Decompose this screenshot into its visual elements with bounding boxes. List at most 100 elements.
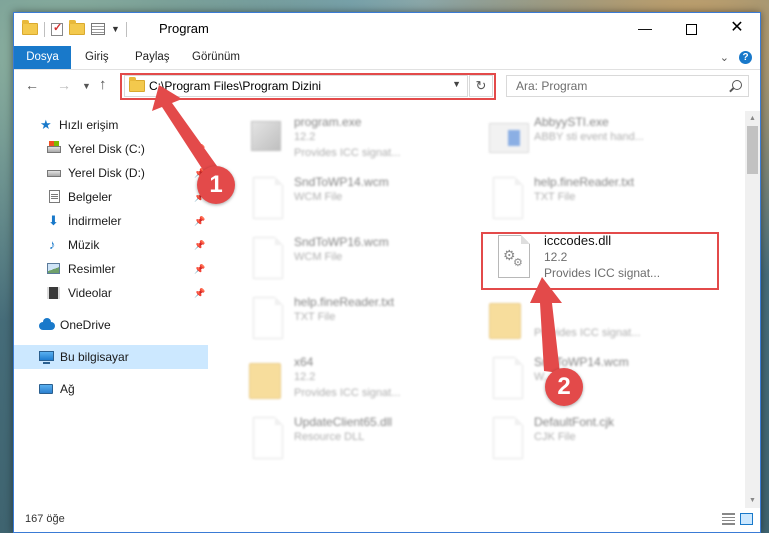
sidebar-item-label: Ağ: [60, 382, 75, 396]
file-name: DefaultFont.cjk: [534, 415, 615, 429]
pin-icon[interactable]: 📌: [194, 137, 205, 161]
documents-icon: [49, 190, 60, 203]
file-icon: [253, 177, 283, 219]
help-icon[interactable]: ?: [739, 51, 752, 64]
navigation-bar: ← → ▼ ↑ C:\Program Files\Program Dizini …: [14, 72, 760, 102]
star-icon: ★: [40, 117, 52, 132]
file-item[interactable]: DefaultFont.cjk CJK File: [479, 413, 709, 469]
quick-access-toolbar: ▼: [22, 20, 127, 38]
file-item[interactable]: AbbyySTI.exe ABBY sti event hand...: [479, 113, 709, 169]
folder-icon: [489, 303, 521, 339]
file-type: TXT File: [534, 191, 576, 203]
up-arrow-icon[interactable]: ↑: [99, 76, 107, 93]
view-buttons: [722, 513, 753, 525]
file-item[interactable]: SndToWP14.wcm W...: [479, 353, 709, 409]
minimize-button[interactable]: —: [622, 13, 668, 44]
file-name: SndToWP14.wcm: [534, 355, 629, 369]
customize-toolbar-icon[interactable]: ▼: [111, 24, 120, 34]
file-item-icccodes-dll[interactable]: ⚙ ⚙ icccodes.dll 12.2 Provides ICC signa…: [484, 233, 714, 289]
sidebar-item-drive-d[interactable]: Yerel Disk (D:) 📌: [14, 161, 208, 185]
sidebar-item-onedrive[interactable]: OneDrive: [14, 313, 208, 337]
expand-ribbon-icon[interactable]: ⌄: [720, 51, 729, 64]
file-description: ABBY sti event hand...: [534, 131, 644, 143]
folder-icon: [129, 77, 145, 92]
file-description: Provides ICC signat...: [534, 327, 641, 339]
file-item[interactable]: SndToWP14.wcm WCM File: [239, 173, 469, 229]
title-bar: ▼ Program — ✕: [14, 13, 760, 44]
sidebar-item-videos[interactable]: Videolar 📌: [14, 281, 208, 305]
file-item[interactable]: help.fineReader.txt TXT File: [479, 173, 709, 229]
sidebar-item-quick-access[interactable]: ★ Hızlı erişim: [14, 113, 208, 137]
search-input[interactable]: Ara: Program: [506, 75, 749, 97]
tiles-view-icon[interactable]: [740, 513, 753, 525]
vertical-scrollbar[interactable]: ▲ ▼: [745, 111, 760, 508]
search-placeholder: Ara: Program: [516, 79, 588, 93]
file-icon: [493, 357, 523, 399]
ribbon-controls: ⌄ ?: [720, 46, 752, 69]
address-path[interactable]: C:\Program Files\Program Dizini: [149, 79, 321, 93]
sidebar-item-pictures[interactable]: Resimler 📌: [14, 257, 208, 281]
scroll-thumb[interactable]: [747, 126, 758, 174]
sidebar-item-drive-c[interactable]: Yerel Disk (C:) 📌: [14, 137, 208, 161]
item-count: 167 öğe: [25, 513, 65, 525]
videos-icon: [47, 287, 60, 299]
pin-icon[interactable]: 📌: [194, 209, 205, 233]
details-view-icon[interactable]: [722, 513, 735, 525]
properties-icon[interactable]: [91, 23, 105, 35]
pin-icon[interactable]: 📌: [194, 281, 205, 305]
file-type: TXT File: [294, 311, 336, 323]
toolbar-separator: [44, 21, 45, 37]
forward-arrow-icon[interactable]: →: [57, 77, 71, 93]
file-name: AbbyySTI.exe: [534, 115, 609, 129]
pin-icon[interactable]: 📌: [194, 257, 205, 281]
sidebar-item-this-pc[interactable]: Bu bilgisayar: [14, 345, 208, 369]
window-title: Program: [159, 21, 209, 36]
scroll-down-arrow-icon[interactable]: ▼: [745, 493, 760, 508]
sidebar-item-label: Resimler: [68, 262, 116, 276]
new-folder-icon[interactable]: [69, 20, 85, 35]
file-icon: [253, 237, 283, 279]
file-type: WCM File: [294, 191, 343, 203]
sidebar-item-label: Videolar: [68, 286, 112, 300]
callout-number-1: 1: [197, 166, 235, 204]
gear-icon: ⚙: [513, 257, 523, 269]
file-item[interactable]: UpdateClient65.dll Resource DLL: [239, 413, 469, 469]
navigation-pane: ★ Hızlı erişim Yerel Disk (C:) 📌 Yerel D…: [14, 111, 210, 508]
recent-locations-icon[interactable]: ▼: [82, 81, 91, 91]
sidebar-item-label: Yerel Disk (D:): [68, 166, 145, 180]
file-icon: [493, 417, 523, 459]
file-icon: [253, 297, 283, 339]
back-arrow-icon[interactable]: ←: [25, 77, 39, 93]
dll-file-icon: ⚙ ⚙: [498, 235, 530, 278]
file-item[interactable]: help.fineReader.txt TXT File: [239, 293, 469, 349]
address-bar[interactable]: C:\Program Files\Program Dizini ▼: [124, 75, 468, 97]
file-type: Resource DLL: [294, 431, 365, 443]
file-item[interactable]: SndToWP16.wcm WCM File: [239, 233, 469, 289]
file-description: Provides ICC signat...: [544, 266, 661, 280]
chevron-down-icon[interactable]: ▼: [452, 79, 461, 89]
search-icon[interactable]: [732, 80, 742, 90]
download-icon: ⬇: [48, 213, 59, 228]
file-name: UpdateClient65.dll: [294, 415, 393, 429]
sidebar-item-documents[interactable]: Belgeler 📌: [14, 185, 208, 209]
status-bar: 167 öğe: [14, 508, 760, 532]
scroll-up-arrow-icon[interactable]: ▲: [745, 111, 760, 126]
close-button[interactable]: ✕: [714, 13, 760, 44]
file-version: 12.2: [294, 131, 316, 143]
maximize-button[interactable]: [668, 13, 714, 44]
properties-check-icon[interactable]: [51, 21, 63, 36]
sidebar-item-downloads[interactable]: ⬇ İndirmeler 📌: [14, 209, 208, 233]
sidebar-item-network[interactable]: Ağ: [14, 377, 208, 401]
tab-home[interactable]: Giriş: [85, 46, 109, 69]
sidebar-item-label: OneDrive: [60, 318, 111, 332]
refresh-button[interactable]: ↻: [469, 75, 493, 97]
tab-file[interactable]: Dosya: [14, 46, 71, 69]
pin-icon[interactable]: 📌: [194, 233, 205, 257]
sidebar-item-music[interactable]: ♪ Müzik 📌: [14, 233, 208, 257]
application-icon: [489, 123, 529, 153]
file-item[interactable]: Provides ICC signat...: [479, 293, 709, 349]
file-item[interactable]: program.exe 12.2 Provides ICC signat...: [239, 113, 469, 169]
tab-view[interactable]: Görünüm: [192, 46, 240, 69]
tab-share[interactable]: Paylaş: [135, 46, 170, 69]
file-item[interactable]: x64 12.2 Provides ICC signat...: [239, 353, 469, 409]
